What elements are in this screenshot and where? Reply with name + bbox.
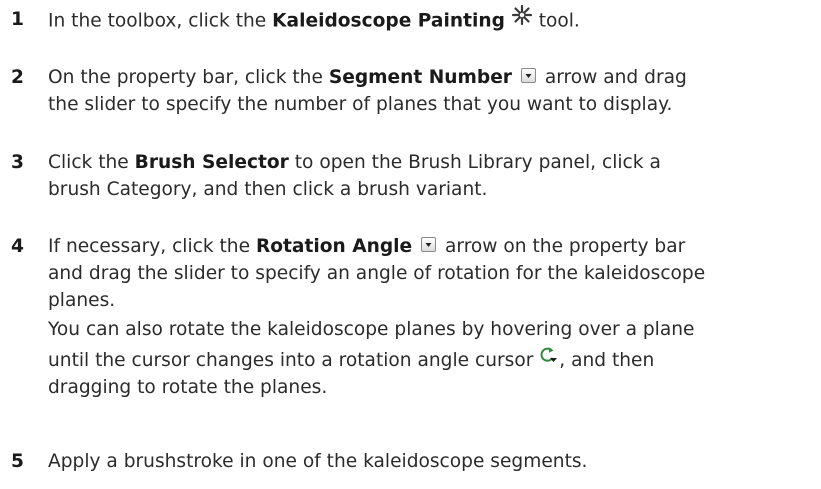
dropdown-arrow-icon (421, 237, 437, 252)
step-text-line3: planes. (48, 290, 116, 311)
note-text-end: , and then (559, 350, 655, 371)
step-text-end: arrow and drag (538, 67, 687, 88)
tool-name: Kaleidoscope Painting (272, 10, 505, 32)
step-text: Apply a brushstroke in one of the kaleid… (48, 451, 588, 472)
step-text: In the toolbox, click the (48, 10, 273, 32)
note-line3: dragging to rotate the planes. (48, 377, 328, 398)
step-note: You can also rotate the kaleidoscope pla… (48, 316, 818, 401)
step-number: 2 (11, 67, 24, 88)
step-text: On the property bar, click the (48, 67, 329, 88)
step-number: 3 (11, 152, 24, 173)
step-text-line2: and drag the slider to specify an angle … (48, 263, 706, 284)
step-text: If necessary, click the (48, 236, 256, 257)
step-text-end: to open the Brush Library panel, click a (288, 152, 661, 173)
note-line1: You can also rotate the kaleidoscope pla… (48, 319, 695, 340)
step-number: 1 (11, 9, 24, 30)
step-text-end: tool. (532, 10, 580, 32)
rotation-cursor-icon (539, 345, 559, 372)
step-number: 5 (11, 451, 24, 472)
step-text-line2: brush Category, and then click a brush v… (48, 179, 488, 200)
step-text: Click the (48, 152, 135, 173)
control-name: Segment Number (328, 67, 512, 88)
step-text-line2: the slider to specify the number of plan… (48, 94, 673, 115)
dropdown-arrow-icon (520, 68, 536, 83)
control-name: Rotation Angle (255, 236, 413, 257)
kaleidoscope-icon (511, 4, 533, 34)
note-text: until the cursor changes into a rotation… (48, 350, 540, 371)
step-text-end: arrow on the property bar (439, 236, 686, 257)
step-number: 4 (11, 236, 24, 257)
control-name: Brush Selector (134, 152, 289, 173)
